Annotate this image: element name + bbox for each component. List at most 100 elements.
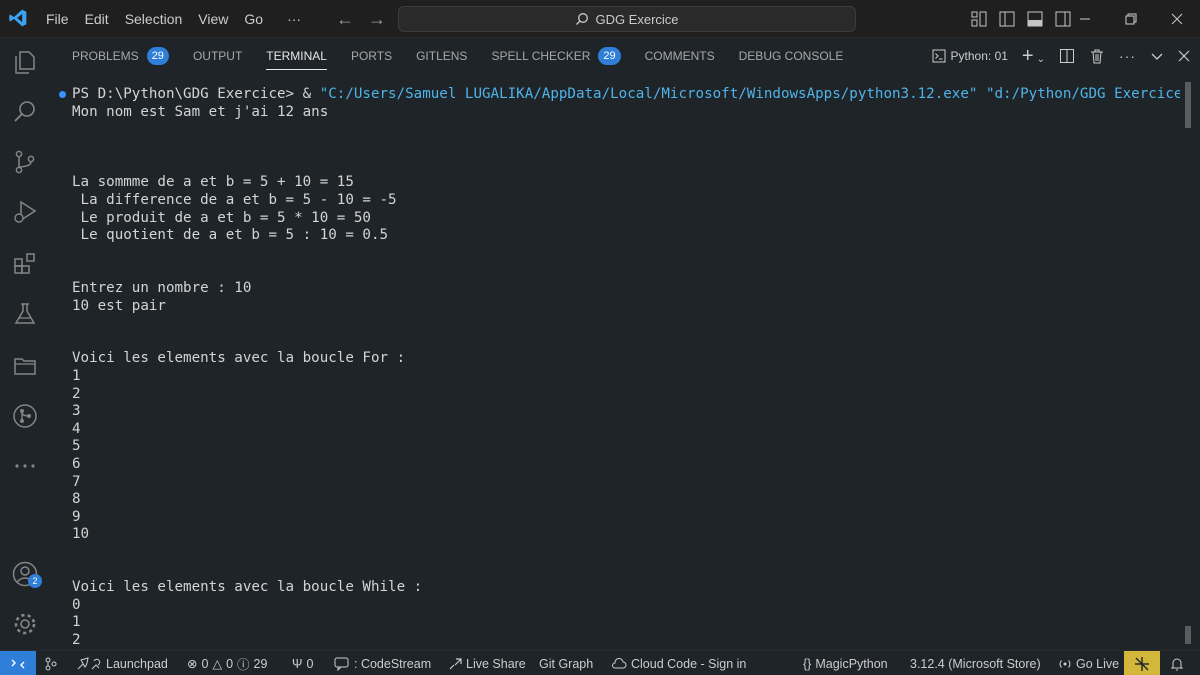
error-icon: ⊗	[187, 657, 198, 671]
tab-gitlens-label: GITLENS	[416, 49, 468, 63]
window-controls	[1062, 0, 1200, 38]
close-icon[interactable]	[1154, 0, 1200, 38]
more-views-icon[interactable]	[0, 442, 50, 490]
settings-gear-icon[interactable]	[0, 600, 50, 648]
vscode-logo-icon	[9, 9, 27, 27]
python-interpreter-status[interactable]: 3.12.4 (Microsoft Store)	[910, 651, 1041, 675]
terminal-prompt: PS D:\Python\GDG Exercice> &	[72, 86, 320, 102]
language-mode-status[interactable]: {} MagicPython	[803, 651, 888, 675]
live-share-status[interactable]: Live Share	[448, 651, 526, 675]
terminal-line: 7	[72, 473, 81, 490]
accounts-icon[interactable]	[0, 550, 50, 598]
terminal-line: 5	[72, 438, 81, 455]
terminal-line: Voici les elements avec la boucle For :	[72, 350, 406, 367]
ports-status[interactable]: Ψ0	[292, 651, 313, 675]
extensions-icon[interactable]	[0, 240, 50, 288]
forward-arrow-icon[interactable]: →	[368, 9, 386, 30]
tab-debug-console[interactable]: DEBUG CONSOLE	[727, 38, 856, 74]
activity-bar: 2	[0, 38, 50, 650]
interpreter-label: 3.12.4 (Microsoft Store)	[910, 656, 1041, 671]
search-view-icon[interactable]	[0, 88, 50, 136]
terminal-output[interactable]: PS D:\Python\GDG Exercice> & "C:/Users/S…	[50, 78, 1180, 650]
navigation-arrows: ← →	[336, 9, 386, 30]
menu-selection[interactable]: Selection	[117, 11, 191, 27]
terminal-line: 8	[72, 491, 81, 508]
terminal-scrollbar[interactable]	[1185, 82, 1191, 128]
tab-gitlens[interactable]: GITLENS	[404, 38, 479, 74]
terminal-line: 9	[72, 508, 81, 525]
run-debug-icon[interactable]	[0, 188, 50, 236]
codestream-status[interactable]: : CodeStream	[334, 651, 431, 675]
highlight-plug-icon[interactable]	[1124, 651, 1160, 675]
terminal-scrollbar-marker[interactable]	[1185, 626, 1191, 644]
menu-bar: File Edit Selection View Go ···	[38, 0, 309, 38]
panel-header: PROBLEMS 29 OUTPUT TERMINAL PORTS GITLEN…	[50, 38, 1200, 74]
git-graph-icon[interactable]	[0, 392, 50, 440]
folder-icon[interactable]	[0, 342, 50, 390]
more-actions-icon[interactable]: ···	[1119, 48, 1136, 64]
split-terminal-icon[interactable]	[1059, 48, 1075, 64]
go-live-status[interactable]: Go Live	[1058, 651, 1119, 675]
terminal-line: Le quotient de a et b = 5 : 10 = 0.5	[72, 227, 389, 244]
explorer-icon[interactable]	[0, 38, 50, 86]
error-count: 0	[201, 656, 209, 671]
menu-view[interactable]: View	[190, 11, 236, 27]
search-icon	[576, 13, 589, 25]
tab-problems[interactable]: PROBLEMS 29	[60, 38, 181, 74]
back-arrow-icon[interactable]: ←	[336, 9, 354, 30]
restore-icon[interactable]	[1108, 0, 1154, 38]
cloud-icon	[612, 657, 627, 668]
info-count: 29	[253, 656, 268, 671]
tab-spell-checker[interactable]: SPELL CHECKER 29	[479, 38, 632, 74]
maximize-panel-chevron-icon[interactable]	[1150, 49, 1164, 63]
source-control-icon[interactable]	[0, 138, 50, 186]
accounts-badge: 2	[28, 574, 42, 588]
terminal-line: 10 est pair	[72, 297, 166, 314]
terminal-name: Python: 01	[950, 49, 1008, 63]
menu-file[interactable]: File	[38, 11, 77, 27]
ports-count: 0	[306, 656, 314, 671]
menu-more[interactable]: ···	[279, 11, 309, 27]
language-label: MagicPython	[815, 656, 888, 671]
spell-checker-count-badge: 29	[598, 47, 621, 65]
toggle-panel-icon[interactable]	[1026, 10, 1044, 28]
tab-comments[interactable]: COMMENTS	[633, 38, 727, 74]
menu-go[interactable]: Go	[236, 11, 271, 27]
trash-icon[interactable]	[1089, 48, 1105, 64]
live-share-icon	[449, 657, 462, 669]
close-panel-icon[interactable]	[1178, 50, 1190, 62]
customize-layout-icon[interactable]	[970, 10, 988, 28]
tab-terminal[interactable]: TERMINAL	[254, 38, 339, 74]
tab-output[interactable]: OUTPUT	[181, 38, 254, 74]
chevron-down-icon[interactable]: ⌄	[1037, 54, 1045, 65]
git-graph-status[interactable]: Git Graph	[539, 651, 593, 675]
notifications-bell-icon[interactable]	[1170, 651, 1184, 675]
tab-comments-label: COMMENTS	[644, 49, 715, 63]
accounts-status-icon[interactable]	[44, 651, 58, 675]
new-terminal-plus-icon[interactable]: + ⌄	[1022, 45, 1045, 68]
toggle-sidebar-icon[interactable]	[998, 10, 1016, 28]
codestream-icon	[334, 657, 349, 671]
title-bar: File Edit Selection View Go ··· ← → GDG …	[0, 0, 1200, 38]
terminal-line: 3	[72, 403, 81, 420]
tab-debug-console-label: DEBUG CONSOLE	[738, 49, 844, 63]
terminal-line: 10	[72, 526, 90, 543]
minimize-icon[interactable]	[1062, 0, 1108, 38]
terminal-line: Le produit de a et b = 5 * 10 = 50	[72, 209, 371, 226]
terminal-line: 4	[72, 420, 81, 437]
testing-flask-icon[interactable]	[0, 290, 50, 338]
menu-edit[interactable]: Edit	[77, 11, 117, 27]
terminal-icon	[932, 49, 946, 63]
launchpad-label: Launchpad	[106, 656, 168, 671]
command-decoration-icon[interactable]	[59, 91, 66, 98]
terminal-line: 2	[72, 632, 81, 648]
terminal-line: 1	[72, 368, 81, 384]
launchpad-item[interactable]: Launchpad	[76, 651, 168, 675]
terminal-selector[interactable]: Python: 01	[932, 49, 1008, 63]
problems-status[interactable]: ⊗ 0 △ 0 ⓘ 29	[187, 651, 267, 675]
command-center-search[interactable]: GDG Exercice	[398, 6, 856, 32]
cloud-code-status[interactable]: Cloud Code - Sign in	[611, 651, 746, 675]
remote-indicator-icon[interactable]	[0, 651, 36, 675]
tab-ports[interactable]: PORTS	[339, 38, 404, 74]
cloud-code-label: Cloud Code - Sign in	[631, 656, 747, 671]
